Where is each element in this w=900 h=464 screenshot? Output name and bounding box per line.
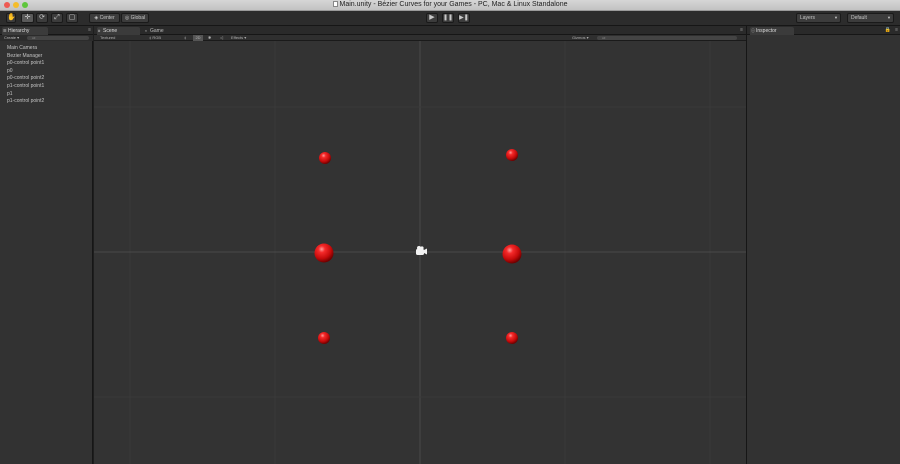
- hand-icon: ✋: [7, 14, 16, 21]
- scene-search-placeholder: All: [602, 36, 606, 40]
- p1-control-point1-sphere[interactable]: [506, 149, 518, 161]
- create-dropdown[interactable]: Create ▾: [4, 35, 19, 41]
- create-label: Create: [4, 35, 17, 40]
- pause-button[interactable]: ❚❚: [442, 13, 454, 23]
- chevron-down-icon: ▼: [834, 15, 838, 20]
- mode-2d-label: 2D: [195, 35, 201, 40]
- hierarchy-panel: ☰ Hierarchy ≡ Create ▾ All Main Camera Be…: [0, 26, 93, 464]
- tab-game[interactable]: ◐ Game: [144, 27, 184, 35]
- audio-icon: ◁: [220, 35, 224, 40]
- panel-menu-icon[interactable]: ≡: [88, 27, 91, 33]
- document-icon: [332, 1, 338, 7]
- hand-tool-button[interactable]: ✋: [6, 13, 16, 23]
- tab-scene-label: Scene: [103, 28, 118, 34]
- hierarchy-item[interactable]: p0-control point1: [7, 60, 44, 66]
- p0-control-point1-sphere[interactable]: [319, 152, 331, 164]
- layout-label: Default: [851, 15, 867, 21]
- scene-icon: #: [98, 28, 101, 33]
- scale-tool-button[interactable]: ⤢: [51, 13, 63, 23]
- hierarchy-item[interactable]: p0-control point2: [7, 75, 44, 81]
- p1-control-point2-sphere[interactable]: [506, 332, 518, 344]
- p0-sphere[interactable]: [314, 243, 334, 263]
- layers-dropdown[interactable]: Layers ▼: [796, 13, 841, 23]
- step-icon: ▶❚: [459, 15, 469, 21]
- window-titlebar: Main.unity - Bézier Curves for your Game…: [0, 0, 900, 11]
- window-title-wrap: Main.unity - Bézier Curves for your Game…: [0, 1, 900, 8]
- inspector-tab-row: ⓘ Inspector 🔒 ≡: [747, 26, 900, 35]
- inspector-panel: ⓘ Inspector 🔒 ≡: [747, 26, 900, 464]
- p1-sphere[interactable]: [502, 244, 522, 264]
- hierarchy-item[interactable]: Main Camera: [7, 45, 37, 51]
- globe-icon: ◎: [124, 15, 130, 21]
- tab-hierarchy[interactable]: ☰ Hierarchy: [2, 27, 48, 35]
- space-label: Global: [130, 15, 146, 21]
- play-button[interactable]: ▶: [426, 13, 438, 23]
- scale-icon: ⤢: [54, 14, 60, 21]
- hierarchy-search-input[interactable]: All: [27, 36, 89, 40]
- camera-gizmo-icon[interactable]: [416, 246, 427, 255]
- layers-label: Layers: [800, 15, 816, 21]
- effects-label: Effects: [231, 35, 244, 40]
- rect-icon: ▢: [68, 14, 76, 21]
- layout-dropdown[interactable]: Default ▼: [847, 13, 894, 23]
- rotate-tool-button[interactable]: ⟳: [36, 13, 48, 23]
- draw-mode-label: Textured: [100, 35, 116, 40]
- scene-canvas[interactable]: [94, 41, 746, 464]
- gizmos-label: Gizmos: [572, 35, 586, 40]
- list-icon: ☰: [3, 28, 7, 33]
- tab-game-label: Game: [150, 28, 164, 34]
- scene-search-input[interactable]: All: [597, 36, 737, 40]
- scene-tab-row: # Scene ◐ Game ≡: [94, 26, 746, 35]
- lock-icon[interactable]: 🔒: [885, 27, 891, 33]
- light-icon: ✱: [208, 35, 212, 40]
- scene-panel: # Scene ◐ Game ≡ Textured ‡ RGB ‡ 2D ✱ ◁…: [94, 26, 746, 464]
- p0-control-point2-sphere[interactable]: [318, 332, 330, 344]
- render-mode-label: RGB: [152, 35, 162, 40]
- rotate-icon: ⟳: [39, 14, 45, 21]
- hierarchy-item[interactable]: p1-control point1: [7, 83, 44, 89]
- panel-menu-icon[interactable]: ≡: [740, 27, 743, 33]
- pivot-toggle-button[interactable]: ◈ Center: [89, 13, 120, 23]
- game-icon: ◐: [145, 28, 148, 33]
- step-button[interactable]: ▶❚: [458, 13, 470, 23]
- main-toolbar: ✋ ✛ ⟳ ⤢ ▢ ◈ Center ◎ Global ▶ ❚❚ ▶❚ Laye…: [0, 11, 900, 26]
- hierarchy-item[interactable]: p1-control point2: [7, 98, 44, 104]
- pause-icon: ❚❚: [443, 15, 454, 21]
- hierarchy-item[interactable]: Bezier Manager: [7, 53, 42, 59]
- hierarchy-item[interactable]: p1: [7, 91, 13, 97]
- space-toggle-button[interactable]: ◎ Global: [121, 13, 149, 23]
- pivot-icon: ◈: [94, 15, 99, 21]
- window-title: Main.unity - Bézier Curves for your Game…: [339, 1, 568, 8]
- play-icon: ▶: [429, 14, 435, 21]
- move-icon: ✛: [24, 14, 31, 21]
- info-icon: ⓘ: [751, 28, 755, 33]
- tab-hierarchy-label: Hierarchy: [8, 28, 30, 34]
- hierarchy-tab-row: ☰ Hierarchy ≡: [0, 26, 93, 35]
- hierarchy-item[interactable]: p0: [7, 68, 13, 74]
- hierarchy-toolbar: Create ▾ All: [0, 35, 93, 41]
- tab-scene[interactable]: # Scene: [97, 27, 140, 35]
- scene-viewport[interactable]: [94, 41, 746, 464]
- move-tool-button[interactable]: ✛: [21, 13, 34, 23]
- tab-inspector[interactable]: ⓘ Inspector: [750, 27, 794, 35]
- panel-menu-icon[interactable]: ≡: [895, 27, 898, 33]
- rect-tool-button[interactable]: ▢: [66, 13, 78, 23]
- chevron-down-icon: ▼: [887, 15, 891, 20]
- pivot-label: Center: [99, 15, 115, 21]
- hierarchy-search-placeholder: All: [32, 36, 36, 40]
- tab-inspector-label: Inspector: [756, 28, 777, 34]
